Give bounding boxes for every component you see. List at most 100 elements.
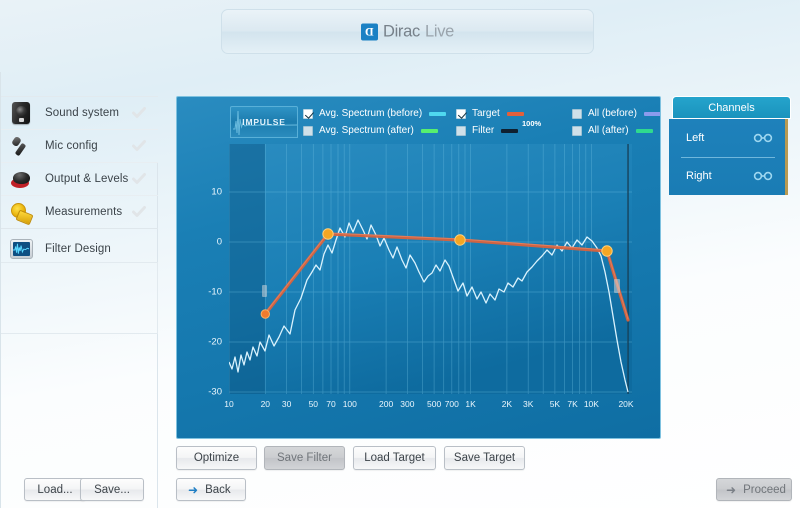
y-axis-tick: 0 bbox=[216, 236, 222, 248]
channels-panel: Channels Left Right bbox=[669, 96, 791, 195]
x-axis-tick: 100 bbox=[342, 399, 357, 409]
checkmark-icon bbox=[132, 173, 146, 184]
all-before-percent-label: 100% bbox=[522, 119, 542, 128]
legend-item-all-before[interactable]: All (before) bbox=[572, 108, 660, 119]
legend-label: Target bbox=[472, 108, 500, 119]
brand-name-primary: Dirac bbox=[382, 22, 420, 40]
tape-measure-icon bbox=[8, 199, 34, 225]
sidebar-item-label: Measurements bbox=[45, 206, 123, 218]
load-button[interactable]: Load... bbox=[24, 478, 86, 501]
legend-checkbox[interactable] bbox=[456, 108, 466, 119]
x-axis-tick: 50 bbox=[308, 399, 319, 409]
microphone-icon bbox=[8, 133, 34, 159]
sidebar-item-output-levels[interactable]: Output & Levels bbox=[1, 163, 158, 196]
control-point bbox=[454, 234, 466, 246]
chart-legend: IMPULSE Avg. Spectrum (before) Target Al… bbox=[177, 97, 660, 144]
x-axis-tick: 2K bbox=[501, 399, 513, 409]
sidebar-item-sound-system[interactable]: Sound system bbox=[1, 97, 158, 130]
legend-color-swatch bbox=[635, 128, 653, 133]
channel-label: Left bbox=[686, 132, 705, 144]
speaker-icon bbox=[8, 100, 34, 126]
channels-list: Left Right bbox=[669, 119, 788, 195]
sidebar-item-measurements[interactable]: Measurements bbox=[1, 196, 158, 229]
back-button[interactable]: ➜ Back bbox=[176, 478, 246, 501]
y-axis-tick: 10 bbox=[211, 186, 222, 198]
dirac-d-icon: D bbox=[360, 23, 378, 40]
sidebar-item-label: Output & Levels bbox=[45, 173, 129, 185]
x-axis-tick: 700 bbox=[444, 399, 459, 409]
save-target-button[interactable]: Save Target bbox=[444, 446, 525, 470]
control-point bbox=[260, 309, 270, 319]
x-axis-tick: 30 bbox=[281, 399, 292, 409]
control-point bbox=[322, 228, 334, 240]
x-axis-tick: 20K bbox=[618, 399, 634, 409]
chain-link-icon[interactable] bbox=[753, 133, 773, 143]
sidebar-nav: Sound system Mic config Output & Levels … bbox=[1, 96, 158, 265]
save-button[interactable]: Save... bbox=[80, 478, 144, 501]
filter-design-icon bbox=[8, 236, 34, 262]
sidebar-bottom-panel bbox=[1, 262, 158, 334]
legend-color-swatch bbox=[506, 111, 524, 116]
chain-link-icon[interactable] bbox=[753, 171, 773, 181]
x-axis-tick: 1K bbox=[465, 399, 476, 409]
legend-checkbox[interactable] bbox=[572, 108, 582, 119]
channel-row-left[interactable]: Left bbox=[669, 119, 785, 157]
arrow-left-icon: ➜ bbox=[188, 482, 199, 497]
legend-label: All (after) bbox=[588, 125, 629, 136]
save-filter-button[interactable]: Save Filter bbox=[264, 446, 345, 470]
sidebar-section-divider bbox=[1, 228, 158, 229]
x-axis-tick: 3K bbox=[522, 399, 534, 409]
x-axis-tick: 200 bbox=[379, 399, 394, 409]
logo-panel: D Dirac Live bbox=[221, 9, 594, 54]
x-axis-tick: 500 bbox=[427, 399, 442, 409]
legend-item-avg-spectrum-before[interactable]: Avg. Spectrum (before) bbox=[303, 108, 456, 119]
channel-row-right[interactable]: Right bbox=[669, 157, 785, 195]
legend-checkbox[interactable] bbox=[303, 108, 313, 119]
knob-icon bbox=[8, 166, 34, 192]
x-axis-tick: 10 bbox=[224, 399, 234, 409]
back-button-label: Back bbox=[205, 483, 231, 496]
sidebar: Sound system Mic config Output & Levels … bbox=[0, 72, 175, 508]
checkmark-icon bbox=[132, 107, 146, 118]
load-target-button[interactable]: Load Target bbox=[353, 446, 436, 470]
legend-item-target[interactable]: Target bbox=[456, 108, 572, 119]
load-button-label: Load... bbox=[37, 483, 73, 496]
legend-color-swatch bbox=[429, 111, 447, 116]
optimize-button[interactable]: Optimize bbox=[176, 446, 257, 470]
control-point bbox=[601, 245, 613, 257]
channels-title: Channels bbox=[708, 101, 755, 114]
plot-canvas bbox=[229, 144, 632, 394]
legend-checkbox[interactable] bbox=[303, 125, 313, 136]
legend-label: Avg. Spectrum (before) bbox=[319, 108, 423, 119]
x-axis-tick: 70 bbox=[326, 399, 336, 409]
legend-color-swatch bbox=[501, 128, 519, 133]
sidebar-item-mic-config[interactable]: Mic config bbox=[1, 130, 158, 163]
optimize-button-label: Optimize bbox=[193, 452, 240, 464]
plot-area[interactable]: Normalized level, dB 10 0 -10 -20 -30 bbox=[208, 144, 634, 409]
legend-item-filter[interactable]: Filter bbox=[456, 125, 572, 136]
legend-item-all-after[interactable]: All (after) bbox=[572, 125, 660, 136]
legend-items: Avg. Spectrum (before) Target All (befor… bbox=[303, 105, 660, 139]
brand-logo: D Dirac Live bbox=[222, 22, 593, 41]
channels-header: Channels bbox=[672, 96, 791, 119]
legend-checkbox[interactable] bbox=[456, 125, 466, 136]
x-axis-tick: 300 bbox=[400, 399, 415, 409]
legend-label: All (before) bbox=[588, 108, 637, 119]
frequency-response-chart-panel: IMPULSE Avg. Spectrum (before) Target Al… bbox=[176, 96, 661, 439]
x-axis-tick: 5K bbox=[549, 399, 561, 409]
impulse-tab-label: IMPULSE bbox=[242, 117, 286, 127]
checkmark-icon bbox=[132, 140, 146, 151]
legend-color-swatch bbox=[420, 128, 438, 133]
impulse-tab[interactable]: IMPULSE bbox=[230, 106, 298, 138]
right-bottom-panel bbox=[669, 455, 791, 496]
sidebar-item-filter-design[interactable]: Filter Design bbox=[1, 232, 158, 265]
legend-label: Filter bbox=[472, 125, 495, 136]
y-axis-tick: -20 bbox=[208, 336, 222, 348]
legend-checkbox[interactable] bbox=[572, 125, 582, 136]
x-axis-tick: 20 bbox=[260, 399, 271, 409]
x-axis-tick: 10K bbox=[583, 399, 599, 409]
y-axis-tick: -30 bbox=[208, 386, 222, 398]
legend-item-avg-spectrum-after[interactable]: Avg. Spectrum (after) bbox=[303, 125, 456, 136]
sidebar-item-label: Sound system bbox=[45, 107, 120, 119]
sidebar-item-label: Mic config bbox=[45, 140, 98, 152]
